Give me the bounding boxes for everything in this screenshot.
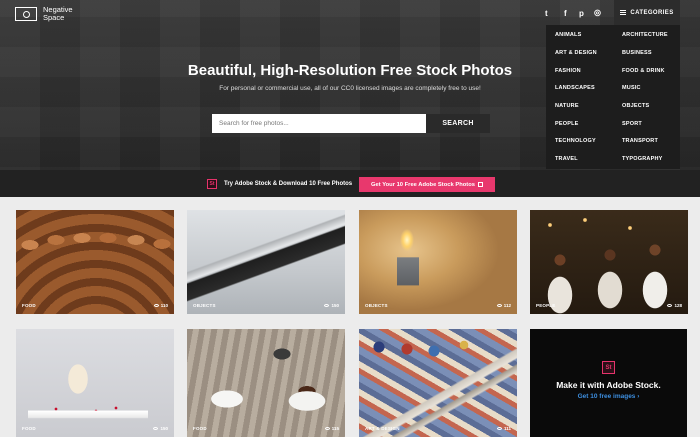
instagram-icon[interactable]: ◎ — [594, 8, 601, 17]
photo-card[interactable]: FOOD 115 — [187, 329, 345, 437]
photo-category: FOOD — [22, 303, 36, 308]
twitter-icon[interactable]: t — [545, 9, 548, 18]
promo-text: Try Adobe Stock & Download 10 Free Photo… — [224, 181, 353, 187]
ad-title: Make it with Adobe Stock. — [556, 380, 661, 390]
category-item[interactable]: NATURE — [555, 103, 579, 109]
eye-icon — [324, 304, 330, 307]
category-item[interactable]: ART & DESIGN — [555, 50, 597, 56]
photo-category: PEOPLE — [536, 303, 556, 308]
ad-link[interactable]: Get 10 free images › — [530, 393, 687, 400]
photo-card[interactable]: FOOD 150 — [16, 329, 174, 437]
categories-button[interactable]: CATEGORIES — [614, 0, 680, 25]
category-item[interactable]: ANIMALS — [555, 32, 581, 38]
category-item[interactable]: FASHION — [555, 68, 581, 74]
categories-button-label: CATEGORIES — [630, 9, 674, 16]
view-count: 110 — [153, 303, 168, 308]
photo-card[interactable]: OBJECTS 112 — [359, 210, 517, 314]
external-link-icon — [477, 182, 483, 187]
site-logo[interactable]: Negative Space — [15, 6, 83, 22]
view-count: 150 — [324, 303, 339, 308]
adobe-stock-ad[interactable]: St Make it with Adobe Stock. Get 10 free… — [530, 329, 687, 437]
photo-category: OBJECTS — [365, 303, 388, 308]
category-item[interactable]: FOOD & DRINK — [622, 68, 665, 74]
photo-card[interactable]: FOOD 110 — [16, 210, 174, 314]
photo-category: FOOD — [22, 426, 36, 431]
promo-button[interactable]: Get Your 10 Free Adobe Stock Photos — [359, 177, 495, 192]
view-count: 150 — [153, 426, 168, 431]
category-item[interactable]: TYPOGRAPHY — [622, 156, 663, 162]
category-item[interactable]: PEOPLE — [555, 121, 579, 127]
eye-icon — [153, 304, 159, 307]
categories-dropdown: ANIMALS ARCHITECTURE ART & DESIGN BUSINE… — [546, 25, 680, 169]
facebook-icon[interactable]: f — [564, 9, 567, 18]
menu-icon — [620, 10, 627, 15]
category-item[interactable]: LANDSCAPES — [555, 85, 595, 91]
view-count: 111 — [496, 426, 511, 431]
adobe-stock-icon: St — [207, 179, 217, 189]
category-item[interactable]: SPORT — [622, 121, 642, 127]
category-item[interactable]: MUSIC — [622, 85, 641, 91]
view-count: 115 — [324, 426, 339, 431]
adobe-stock-icon: St — [602, 361, 615, 374]
category-item[interactable]: TRANSPORT — [622, 138, 658, 144]
category-item[interactable]: ARCHITECTURE — [622, 32, 668, 38]
eye-icon — [496, 427, 502, 430]
photo-category: OBJECTS — [193, 303, 216, 308]
photo-category: FOOD — [193, 426, 207, 431]
pinterest-icon[interactable]: p — [579, 9, 584, 18]
eye-icon — [667, 304, 673, 307]
photo-card[interactable]: ART & DESIGN 111 — [359, 329, 517, 437]
search-input[interactable] — [212, 114, 426, 133]
photo-category: ART & DESIGN — [365, 426, 400, 431]
category-item[interactable]: BUSINESS — [622, 50, 652, 56]
category-item[interactable]: OBJECTS — [622, 103, 649, 109]
category-item[interactable]: TECHNOLOGY — [555, 138, 596, 144]
search-button[interactable]: SEARCH — [426, 114, 490, 133]
promo-button-label: Get Your 10 Free Adobe Stock Photos — [371, 181, 475, 188]
camera-logo-icon — [15, 7, 37, 21]
photo-card[interactable]: OBJECTS 150 — [187, 210, 345, 314]
view-count: 112 — [496, 303, 511, 308]
category-item[interactable]: TRAVEL — [555, 156, 578, 162]
eye-icon — [496, 304, 502, 307]
eye-icon — [324, 427, 330, 430]
eye-icon — [153, 427, 159, 430]
view-count: 128 — [667, 303, 682, 308]
photo-card[interactable]: PEOPLE 128 — [530, 210, 688, 314]
logo-line-2: Space — [43, 13, 65, 22]
